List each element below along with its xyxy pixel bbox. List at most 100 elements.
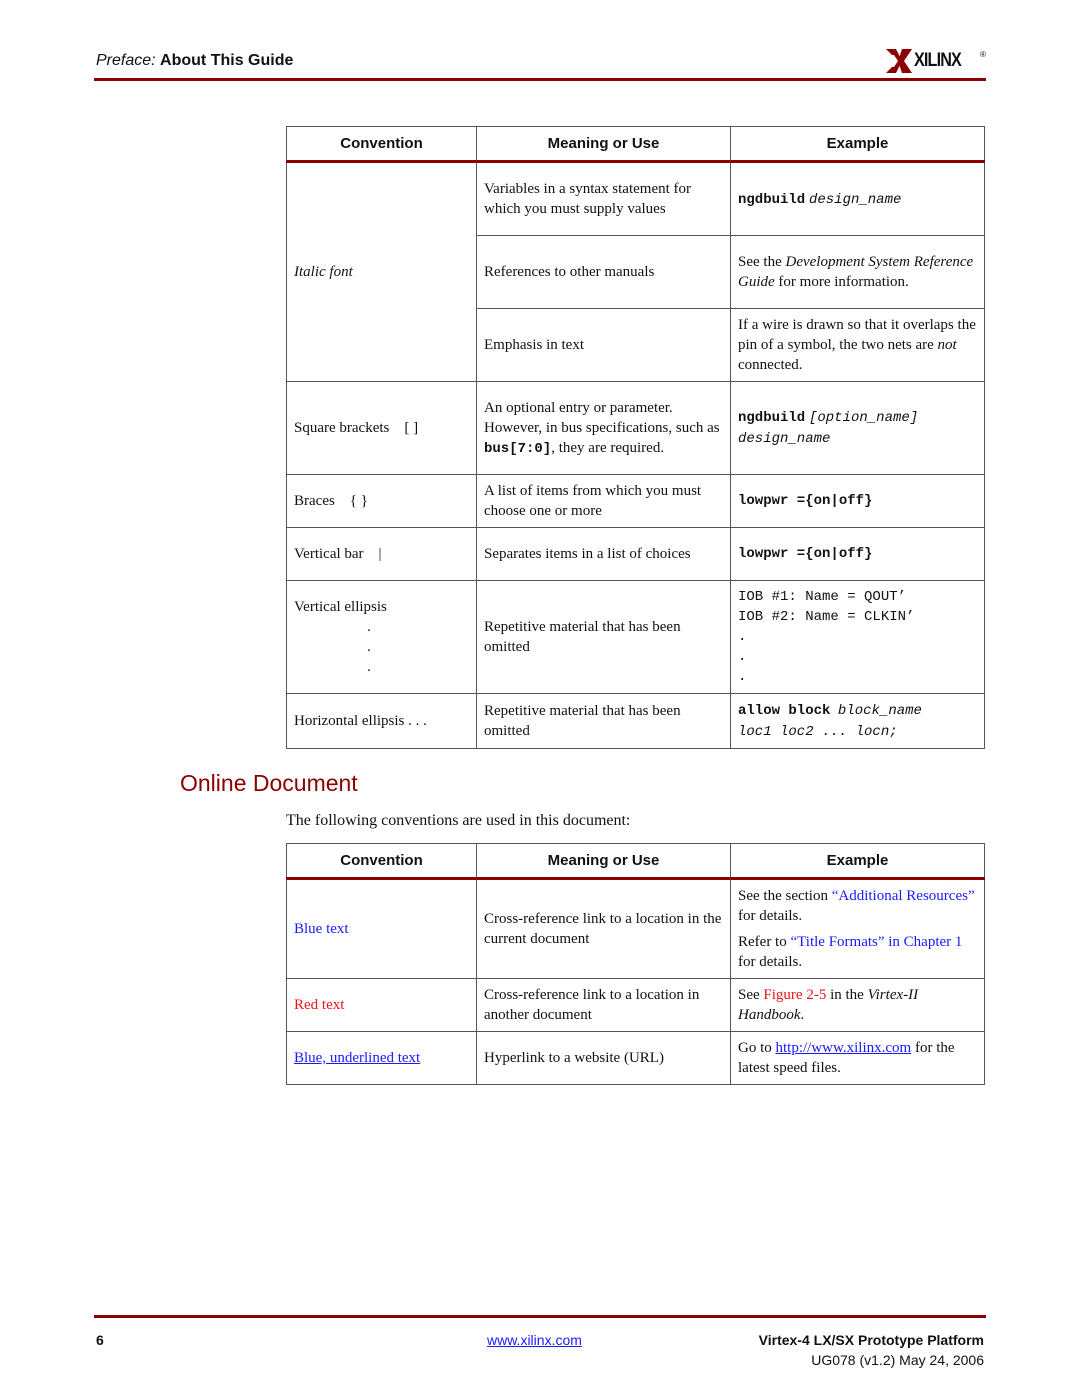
table-header-row: Convention Meaning or Use Example [286,843,985,880]
example-cell: If a wire is drawn so that it overlaps t… [730,308,985,382]
dot: . [738,669,747,685]
document-revision: UG078 (v1.2) May 24, 2006 [811,1352,984,1368]
registered-mark: ® [980,50,986,59]
table-header-row: Convention Meaning or Use Example [286,126,985,163]
online-conventions-table: Convention Meaning or Use Example Blue t… [286,843,985,1085]
meaning-cell: Emphasis in text [476,308,731,382]
conventions-table: Convention Meaning or Use Example Italic… [286,126,985,749]
example-cell: lowpwr ={on|off} [730,527,985,581]
code: allow block [738,703,831,719]
text: See the [738,254,782,270]
header-title: About This Guide [160,52,294,69]
meaning-cell: Hyperlink to a website (URL) [476,1031,731,1085]
code-var: loc1 loc2 ... locn; [738,724,898,740]
table-row: Blue text Cross-reference link to a loca… [286,878,985,979]
dot: . [367,619,371,635]
cross-ref-link[interactable]: “Additional Resources” [832,888,975,904]
convention-cell: Italic font [286,161,477,382]
text: in the [830,987,864,1003]
meaning-cell: Cross-reference link to a location in an… [476,978,731,1032]
table-row: Italic font Variables in a syntax statem… [286,161,985,382]
dot: . [738,649,747,665]
convention-cell: Horizontal ellipsis . . . [286,693,477,749]
meaning-cell: Cross-reference link to a location in th… [476,878,731,979]
convention-cell: Vertical ellipsis ... [286,580,477,694]
text: An optional entry or parameter. However,… [484,399,720,436]
external-ref-link[interactable]: Figure 2-5 [763,987,826,1003]
convention-cell: Blue text [286,878,477,979]
text: See the section [738,888,828,904]
code-var: block_name [837,703,922,719]
example-cell: Go to http://www.xilinx.com for the late… [730,1031,985,1085]
text: See [738,987,760,1003]
url-link[interactable]: http://www.xilinx.com [776,1040,912,1056]
cross-ref-link[interactable]: “Title Formats” in Chapter 1 [790,934,962,950]
table-row: Vertical bar | Separates items in a list… [286,527,985,581]
code: ngdbuild [738,191,806,208]
emphasis: not [937,337,957,353]
text: for details. [738,908,803,924]
example-cell: ngdbuild [option_name] design_name [730,381,985,475]
table-row: Square brackets [ ] An optional entry or… [286,381,985,475]
section-heading: Online Document [180,770,358,796]
dot: . [738,629,747,645]
convention-cell: Braces { } [286,474,477,528]
dot: . [367,659,371,675]
code-var: design_name [738,431,831,447]
text: connected. [738,357,803,373]
meaning-cell: Repetitive material that has been omitte… [476,580,731,694]
meaning-cell: References to other manuals [476,235,731,309]
xilinx-logo: XILINX ® [886,48,986,74]
footer-url-link[interactable]: www.xilinx.com [487,1332,582,1348]
convention-cell: Vertical bar | [286,527,477,581]
code-var: [option_name] [808,410,919,426]
col-header: Example [730,126,985,163]
convention-cell: Square brackets [ ] [286,381,477,475]
dot: . [367,639,371,655]
text: Vertical ellipsis [294,599,387,615]
table-row: Blue, underlined text Hyperlink to a web… [286,1031,985,1085]
table-row: Vertical ellipsis ... Repetitive materia… [286,580,985,694]
code-line: IOB #1: Name = QOUT’ [738,589,907,605]
example-cell: See the section “Additional Resources” f… [730,878,985,979]
page-number: 6 [96,1332,104,1348]
intro-text: The following conventions are used in th… [286,812,631,829]
text: . [800,1007,805,1023]
col-header: Convention [286,126,477,163]
code-var: design_name [808,191,902,208]
table-row: Horizontal ellipsis . . . Repetitive mat… [286,693,985,749]
header-rule [94,78,986,81]
example-cell: See Figure 2-5 in the Virtex-II Handbook… [730,978,985,1032]
table-row: Red text Cross-reference link to a locat… [286,978,985,1032]
footer-rule [94,1315,986,1318]
meaning-cell: An optional entry or parameter. However,… [476,381,731,475]
meaning-cell: Separates items in a list of choices [476,527,731,581]
code: bus[7:0] [484,440,552,457]
col-header: Convention [286,843,477,880]
meaning-cell: A list of items from which you must choo… [476,474,731,528]
meaning-cell: Variables in a syntax statement for whic… [476,161,731,236]
convention-cell: Red text [286,978,477,1032]
text: for more information. [778,274,909,290]
running-header: Preface: About This Guide [96,52,293,70]
text: Refer to [738,934,787,950]
convention-cell: Blue, underlined text [286,1031,477,1085]
text: , they are required. [551,439,665,456]
example-cell: ngdbuild design_name [730,161,985,236]
meaning-cell: Repetitive material that has been omitte… [476,693,731,749]
code-line: IOB #2: Name = CLKIN’ [738,609,915,625]
col-header: Meaning or Use [476,126,731,163]
document-title: Virtex-4 LX/SX Prototype Platform [758,1332,984,1348]
col-header: Example [730,843,985,880]
table-row: Braces { } A list of items from which yo… [286,474,985,528]
logo-text: XILINX [914,50,962,71]
header-prefix: Preface: [96,52,156,69]
code: ngdbuild [738,410,806,426]
example-cell: See the Development System Reference Gui… [730,235,985,309]
col-header: Meaning or Use [476,843,731,880]
example-cell: allow block block_name loc1 loc2 ... locn… [730,693,985,749]
example-cell: IOB #1: Name = QOUT’ IOB #2: Name = CLKI… [730,580,985,694]
text: Go to [738,1040,772,1056]
xilinx-mark-icon [886,49,912,73]
example-cell: lowpwr ={on|off} [730,474,985,528]
